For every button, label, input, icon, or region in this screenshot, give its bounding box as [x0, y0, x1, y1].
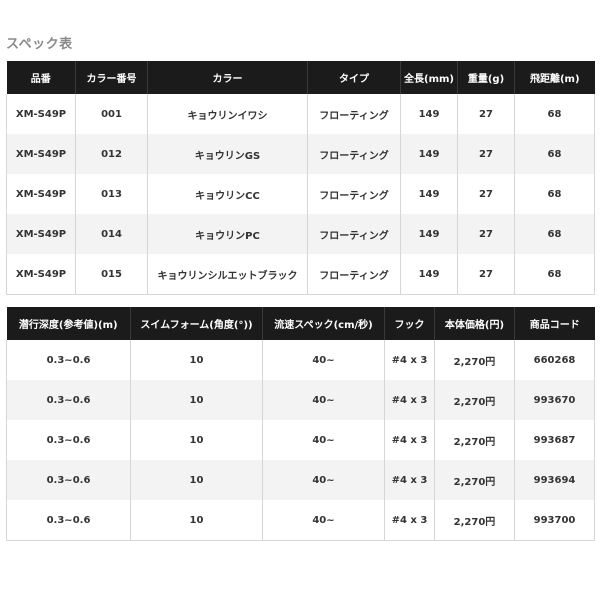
table-cell: 993700: [514, 500, 595, 541]
header-cell: カラー番号: [75, 61, 148, 94]
table-cell: XM-S49P: [6, 94, 76, 134]
table-cell: 013: [75, 174, 148, 214]
table-header-row: 潜行深度(参考値)(m) スイムフォーム(角度(°)) 流速スペック(cm/秒)…: [6, 307, 595, 340]
table-cell: 40~: [262, 380, 385, 420]
table-cell: 2,270円: [434, 460, 515, 500]
table-cell: 40~: [262, 420, 385, 460]
table-cell: フローティング: [307, 94, 401, 134]
table-header-row: 品番 カラー番号 カラー タイプ 全長(mm) 重量(g) 飛距離(m): [6, 61, 595, 94]
table-cell: 0.3~0.6: [6, 460, 131, 500]
table-cell: 27: [457, 94, 515, 134]
table-cell: キョウリンPC: [147, 214, 308, 254]
table-cell: キョウリンCC: [147, 174, 308, 214]
header-cell: 全長(mm): [400, 61, 458, 94]
table-cell: 149: [400, 254, 458, 295]
table-cell: フローティング: [307, 134, 401, 174]
table-cell: 0.3~0.6: [6, 420, 131, 460]
table-row: 0.3~0.6 10 40~ #4 x 3 2,270円 660268: [6, 340, 595, 380]
table-cell: 014: [75, 214, 148, 254]
header-cell: 重量(g): [457, 61, 515, 94]
table-cell: フローティング: [307, 254, 401, 295]
spec-table-secondary: 潜行深度(参考値)(m) スイムフォーム(角度(°)) 流速スペック(cm/秒)…: [6, 307, 595, 541]
table-cell: 012: [75, 134, 148, 174]
table-cell: 10: [130, 380, 263, 420]
header-cell: 商品コード: [514, 307, 595, 340]
table-cell: 10: [130, 460, 263, 500]
table-cell: 2,270円: [434, 380, 515, 420]
table-cell: 993687: [514, 420, 595, 460]
table-cell: 0.3~0.6: [6, 500, 131, 541]
header-cell: タイプ: [307, 61, 401, 94]
spec-table-primary: 品番 カラー番号 カラー タイプ 全長(mm) 重量(g) 飛距離(m) XM-…: [6, 61, 595, 295]
table-cell: 993694: [514, 460, 595, 500]
table-cell: 40~: [262, 460, 385, 500]
table-cell: #4 x 3: [384, 420, 435, 460]
table-cell: 10: [130, 340, 263, 380]
table-row: XM-S49P 014 キョウリンPC フローティング 149 27 68: [6, 214, 595, 254]
table-cell: フローティング: [307, 174, 401, 214]
table-cell: 149: [400, 214, 458, 254]
page-title: スペック表: [6, 37, 73, 52]
table-cell: 27: [457, 174, 515, 214]
table-cell: #4 x 3: [384, 340, 435, 380]
header-cell: カラー: [147, 61, 308, 94]
table-cell: 660268: [514, 340, 595, 380]
table-row: XM-S49P 012 キョウリンGS フローティング 149 27 68: [6, 134, 595, 174]
table-row: XM-S49P 001 キョウリンイワシ フローティング 149 27 68: [6, 94, 595, 134]
table-cell: 27: [457, 134, 515, 174]
header-cell: 品番: [6, 61, 76, 94]
table-cell: 0.3~0.6: [6, 340, 131, 380]
table-cell: 68: [514, 94, 595, 134]
table-cell: 10: [130, 500, 263, 541]
table-cell: 2,270円: [434, 340, 515, 380]
table-cell: #4 x 3: [384, 500, 435, 541]
table-cell: 2,270円: [434, 420, 515, 460]
table-row: 0.3~0.6 10 40~ #4 x 3 2,270円 993687: [6, 420, 595, 460]
header-cell: 潜行深度(参考値)(m): [6, 307, 131, 340]
table-cell: 149: [400, 134, 458, 174]
table-cell: XM-S49P: [6, 174, 76, 214]
table-cell: 001: [75, 94, 148, 134]
table-cell: #4 x 3: [384, 380, 435, 420]
header-cell: フック: [384, 307, 435, 340]
table-row: 0.3~0.6 10 40~ #4 x 3 2,270円 993694: [6, 460, 595, 500]
table-cell: キョウリンシルエットブラック: [147, 254, 308, 295]
table-row: XM-S49P 015 キョウリンシルエットブラック フローティング 149 2…: [6, 254, 595, 295]
table-row: 0.3~0.6 10 40~ #4 x 3 2,270円 993670: [6, 380, 595, 420]
header-cell: スイムフォーム(角度(°)): [130, 307, 263, 340]
table-cell: 0.3~0.6: [6, 380, 131, 420]
table-cell: 68: [514, 134, 595, 174]
table-cell: キョウリンGS: [147, 134, 308, 174]
header-cell: 流速スペック(cm/秒): [262, 307, 385, 340]
table-cell: 40~: [262, 500, 385, 541]
table-cell: #4 x 3: [384, 460, 435, 500]
table-cell: 10: [130, 420, 263, 460]
table-cell: 27: [457, 214, 515, 254]
table-row: XM-S49P 013 キョウリンCC フローティング 149 27 68: [6, 174, 595, 214]
header-cell: 本体価格(円): [434, 307, 515, 340]
table-row: 0.3~0.6 10 40~ #4 x 3 2,270円 993700: [6, 500, 595, 541]
header-cell: 飛距離(m): [514, 61, 595, 94]
table-cell: XM-S49P: [6, 254, 76, 295]
table-cell: 27: [457, 254, 515, 295]
table-cell: 68: [514, 174, 595, 214]
table-cell: XM-S49P: [6, 134, 76, 174]
table-cell: 40~: [262, 340, 385, 380]
table-cell: 993670: [514, 380, 595, 420]
table-cell: 015: [75, 254, 148, 295]
table-cell: キョウリンイワシ: [147, 94, 308, 134]
table-cell: 68: [514, 254, 595, 295]
table-cell: 68: [514, 214, 595, 254]
table-cell: 149: [400, 94, 458, 134]
table-cell: 2,270円: [434, 500, 515, 541]
table-cell: フローティング: [307, 214, 401, 254]
table-cell: 149: [400, 174, 458, 214]
table-cell: XM-S49P: [6, 214, 76, 254]
